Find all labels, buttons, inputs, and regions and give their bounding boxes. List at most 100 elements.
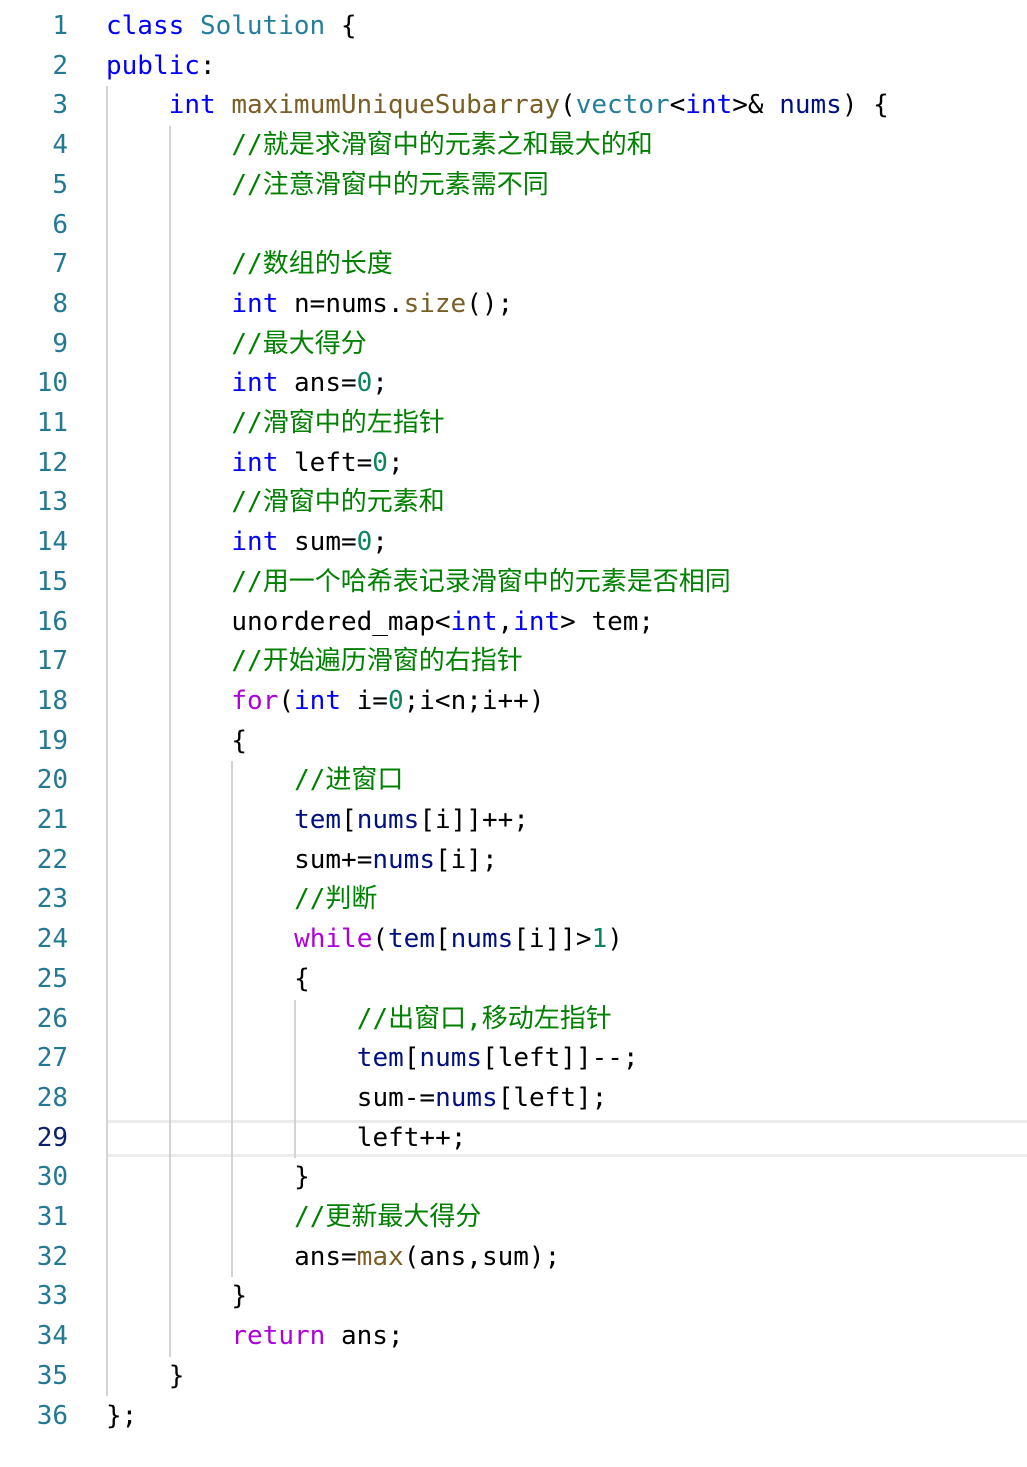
code-text: //更新最大得分: [294, 1198, 481, 1238]
code-comment: //最大得分: [231, 328, 367, 359]
code-line[interactable]: 6: [0, 206, 1027, 246]
code-line[interactable]: 18 for(int i=0;i<n;i++): [0, 682, 1027, 722]
line-number: 3: [52, 90, 68, 121]
code-comment: //进窗口: [294, 765, 404, 796]
code-token: ;: [372, 368, 388, 399]
code-text: {: [294, 960, 310, 1000]
code-line[interactable]: 19 {: [0, 722, 1027, 762]
code-line[interactable]: 34 return ans;: [0, 1317, 1027, 1357]
code-text: //滑窗中的左指针: [231, 404, 444, 444]
line-number: 18: [36, 685, 68, 716]
code-token: ;i<n;i++): [403, 685, 545, 716]
code-line[interactable]: 26 //出窗口,移动左指针: [0, 1000, 1027, 1040]
code-comment: //出窗口,移动左指针: [356, 1003, 612, 1034]
indent-guide: [231, 761, 234, 1278]
code-text: int left=0;: [231, 444, 403, 484]
code-line[interactable]: 32 ans=max(ans,sum);: [0, 1238, 1027, 1278]
code-line[interactable]: 24 while(tem[nums[i]]>1): [0, 920, 1027, 960]
code-text: };: [106, 1397, 137, 1437]
code-line[interactable]: 27 tem[nums[left]]--;: [0, 1039, 1027, 1079]
code-text: {: [231, 722, 247, 762]
code-line[interactable]: 35}: [0, 1357, 1027, 1397]
code-line[interactable]: 23 //判断: [0, 880, 1027, 920]
code-token: int: [513, 606, 561, 637]
code-line[interactable]: 2 public:: [0, 47, 1027, 87]
code-text: while(tem[nums[i]]>1): [294, 920, 623, 960]
code-line[interactable]: 10 int ans=0;: [0, 364, 1027, 404]
line-number: 35: [36, 1360, 68, 1391]
code-line[interactable]: 20 //进窗口: [0, 761, 1027, 801]
code-line[interactable]: 21 tem[nums[i]]++;: [0, 801, 1027, 841]
code-line[interactable]: 28 sum-=nums[left];: [0, 1079, 1027, 1119]
code-token: 0: [372, 447, 388, 478]
code-text: //判断: [294, 880, 377, 920]
code-token: unordered_map<: [231, 606, 451, 637]
code-token: sum=: [278, 527, 357, 558]
code-line[interactable]: 17 //开始遍历滑窗的右指针: [0, 642, 1027, 682]
code-line[interactable]: 8 int n=nums.size();: [0, 285, 1027, 325]
code-token: }: [168, 1360, 185, 1391]
code-line[interactable]: 25 {: [0, 960, 1027, 1000]
code-editor[interactable]: 1 class Solution {2 public: 3 int maximumUni…: [0, 0, 1027, 1467]
code-token: [left]]--;: [482, 1043, 639, 1074]
code-text: sum-=nums[left];: [357, 1079, 607, 1119]
line-number: 12: [36, 447, 68, 478]
line-number: 34: [36, 1321, 68, 1352]
code-line[interactable]: 14 int sum=0;: [0, 523, 1027, 563]
code-line[interactable]: 15 //用一个哈希表记录滑窗中的元素是否相同: [0, 563, 1027, 603]
line-number: 11: [36, 408, 68, 438]
code-token: tem: [388, 924, 435, 955]
line-number: 10: [36, 368, 68, 399]
code-token: int: [231, 527, 279, 558]
code-text: //开始遍历滑窗的右指针: [231, 642, 522, 682]
code-line[interactable]: 22 sum+=nums[i];: [0, 841, 1027, 881]
code-line[interactable]: 7 //数组的长度: [0, 245, 1027, 285]
code-line[interactable]: 9 //最大得分: [0, 325, 1027, 365]
code-line[interactable]: 13 //滑窗中的元素和: [0, 483, 1027, 523]
line-number: 23: [36, 884, 68, 915]
code-token: [i]]++;: [419, 805, 529, 835]
code-text: tem[nums[i]]++;: [294, 801, 529, 841]
code-token: (: [372, 924, 389, 955]
code-line[interactable]: 4 //就是求滑窗中的元素之和最大的和: [0, 126, 1027, 166]
line-number: 9: [52, 328, 68, 359]
code-line[interactable]: 36};: [0, 1397, 1027, 1437]
code-comment: //更新最大得分: [294, 1202, 482, 1232]
line-number: 15: [36, 566, 68, 597]
code-token: int: [168, 90, 216, 121]
code-token: nums: [372, 844, 435, 875]
code-token: int: [450, 606, 498, 637]
code-text: return ans;: [231, 1317, 403, 1357]
code-line[interactable]: 12 int left=0;: [0, 444, 1027, 484]
code-token: tem: [294, 805, 342, 835]
code-token: {: [325, 11, 357, 41]
code-token: [left];: [497, 1082, 608, 1113]
code-line[interactable]: 11 //滑窗中的左指针: [0, 404, 1027, 444]
code-token: 0: [387, 685, 404, 716]
code-text: }: [169, 1357, 185, 1397]
code-line[interactable]: 5 //注意滑窗中的元素需不同: [0, 166, 1027, 206]
code-comment: //数组的长度: [231, 249, 393, 280]
code-text: int n=nums.size();: [231, 285, 513, 325]
line-number: 1: [52, 11, 68, 41]
code-token: ,: [497, 606, 514, 637]
code-line[interactable]: 3 int maximumUniqueSubarray(vector<int>& …: [0, 86, 1027, 126]
code-token: maximumUniqueSubarray: [231, 90, 561, 121]
code-comment: //开始遍历滑窗的右指针: [231, 646, 523, 677]
code-token: for: [231, 685, 279, 716]
code-line[interactable]: 31 //更新最大得分: [0, 1198, 1027, 1238]
code-line[interactable]: 33}: [0, 1277, 1027, 1317]
code-token: (ans,sum);: [403, 1241, 561, 1272]
code-line[interactable]: 16 unordered_map<int,int> tem;: [0, 603, 1027, 643]
code-token: Solution: [199, 11, 326, 41]
code-token: int: [294, 685, 341, 716]
line-number: 29: [36, 1122, 68, 1153]
code-line[interactable]: 30}: [0, 1158, 1027, 1198]
code-line[interactable]: 1 class Solution {: [0, 7, 1027, 47]
code-token: ans=: [294, 1241, 357, 1272]
code-text: //就是求滑窗中的元素之和最大的和: [231, 126, 652, 166]
code-text: for(int i=0;i<n;i++): [231, 682, 544, 722]
code-token: {: [294, 963, 310, 994]
code-line[interactable]: 29 left++;: [0, 1119, 1027, 1159]
